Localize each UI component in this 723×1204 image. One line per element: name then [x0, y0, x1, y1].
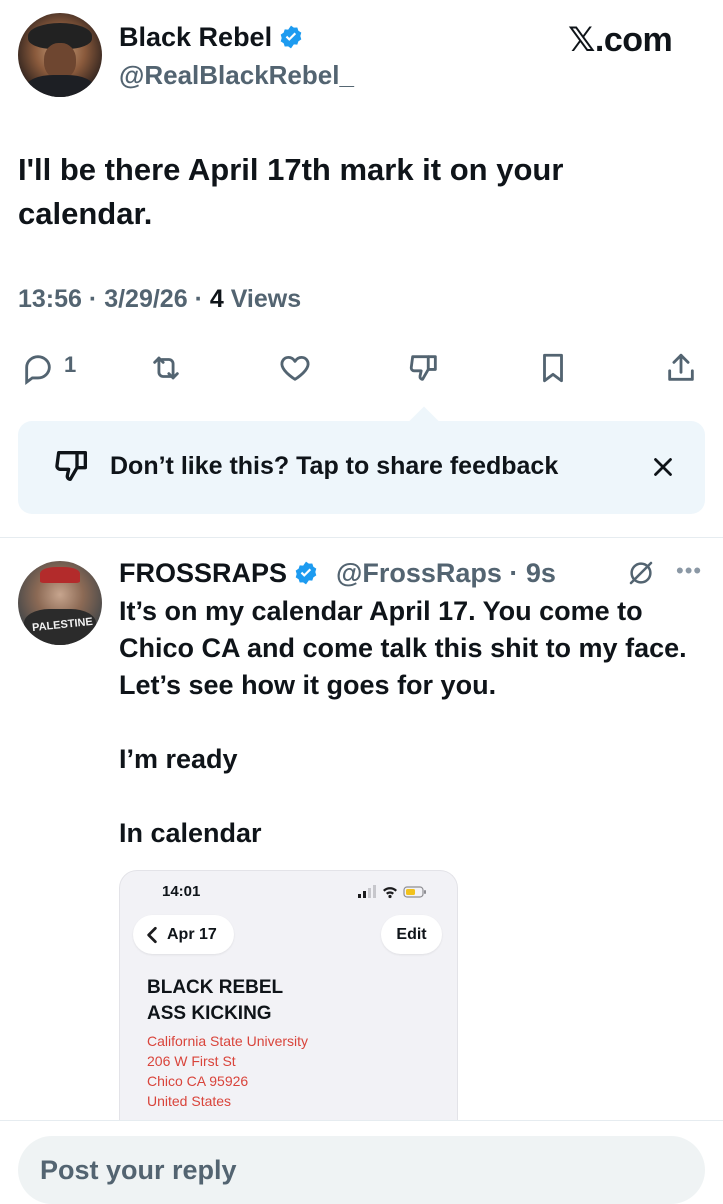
bookmark-button[interactable]: [533, 348, 573, 388]
edit-button: Edit: [381, 915, 442, 954]
reply-paragraph: I’m ready: [119, 744, 238, 774]
thumbs-down-icon: [55, 451, 88, 481]
reply-author-name[interactable]: FROSSRAPS: [119, 558, 287, 588]
divider: [0, 537, 723, 538]
reply-icon: [25, 355, 51, 385]
like-button[interactable]: [275, 348, 315, 388]
heart-icon: [280, 355, 310, 381]
address-line: Chico CA 95926: [147, 1073, 249, 1089]
reply-author-avatar[interactable]: PALESTINE: [18, 561, 102, 645]
author-name-row[interactable]: Black Rebel: [119, 22, 304, 53]
reply-author-name-row[interactable]: FROSSRAPS: [119, 558, 319, 589]
back-label: Apr 17: [167, 925, 217, 943]
reply-input[interactable]: Post your reply: [18, 1136, 705, 1204]
reply-button[interactable]: [18, 348, 58, 388]
more-icon[interactable]: •••: [676, 558, 702, 584]
verified-badge-icon: [295, 561, 317, 585]
bookmark-icon: [543, 353, 563, 383]
author-handle[interactable]: @RealBlackRebel_: [119, 60, 354, 91]
reply-text: It’s on my calendar April 17. You come t…: [119, 593, 709, 889]
event-title-line: BLACK REBEL: [147, 977, 284, 998]
screenshot-clock: 14:01: [162, 883, 201, 900]
repost-button[interactable]: [146, 348, 186, 388]
share-button[interactable]: [661, 348, 701, 388]
repost-icon: [153, 356, 179, 380]
close-icon[interactable]: [648, 452, 678, 482]
author-avatar[interactable]: [18, 13, 102, 97]
address-line: 206 W First St: [147, 1053, 236, 1069]
feedback-text[interactable]: Don’t like this? Tap to share feedback: [110, 452, 558, 481]
event-address: California State University 206 W First …: [147, 1031, 308, 1111]
dislike-button[interactable]: [404, 348, 444, 388]
tweet-time: 13:56: [18, 285, 82, 313]
reply-author-handle[interactable]: @FrossRaps: [336, 558, 502, 588]
author-name[interactable]: Black Rebel: [119, 22, 272, 52]
status-bar-icons: [358, 885, 426, 899]
reply-paragraph: It’s on my calendar April 17. You come t…: [119, 596, 687, 700]
back-button: Apr 17: [133, 915, 234, 954]
reply-handle-row[interactable]: @FrossRaps · 9s: [336, 558, 556, 589]
reply-count: 1: [64, 352, 77, 377]
share-icon: [668, 353, 694, 381]
event-title: BLACK REBEL ASS KICKING: [147, 975, 397, 1027]
tweet-meta: 13:56 · 3/29/26 · 4 Views: [18, 285, 302, 313]
tweet-date: 3/29/26: [104, 285, 188, 313]
grok-icon[interactable]: [626, 558, 656, 588]
address-line: California State University: [147, 1033, 309, 1049]
chevron-left-icon: [147, 926, 157, 943]
event-title-line: ASS KICKING: [147, 1003, 272, 1024]
views-label: Views: [230, 285, 302, 313]
reply-paragraph: In calendar: [119, 818, 262, 848]
tweet-text: I'll be there April 17th mark it on your…: [18, 152, 564, 231]
verified-badge-icon: [280, 25, 302, 49]
reply-age: 9s: [525, 558, 556, 588]
x-logo: 𝕏.com: [568, 21, 673, 59]
thumbs-down-icon: [409, 355, 437, 381]
address-line: United States: [147, 1093, 232, 1109]
views-count: 4: [209, 285, 224, 313]
